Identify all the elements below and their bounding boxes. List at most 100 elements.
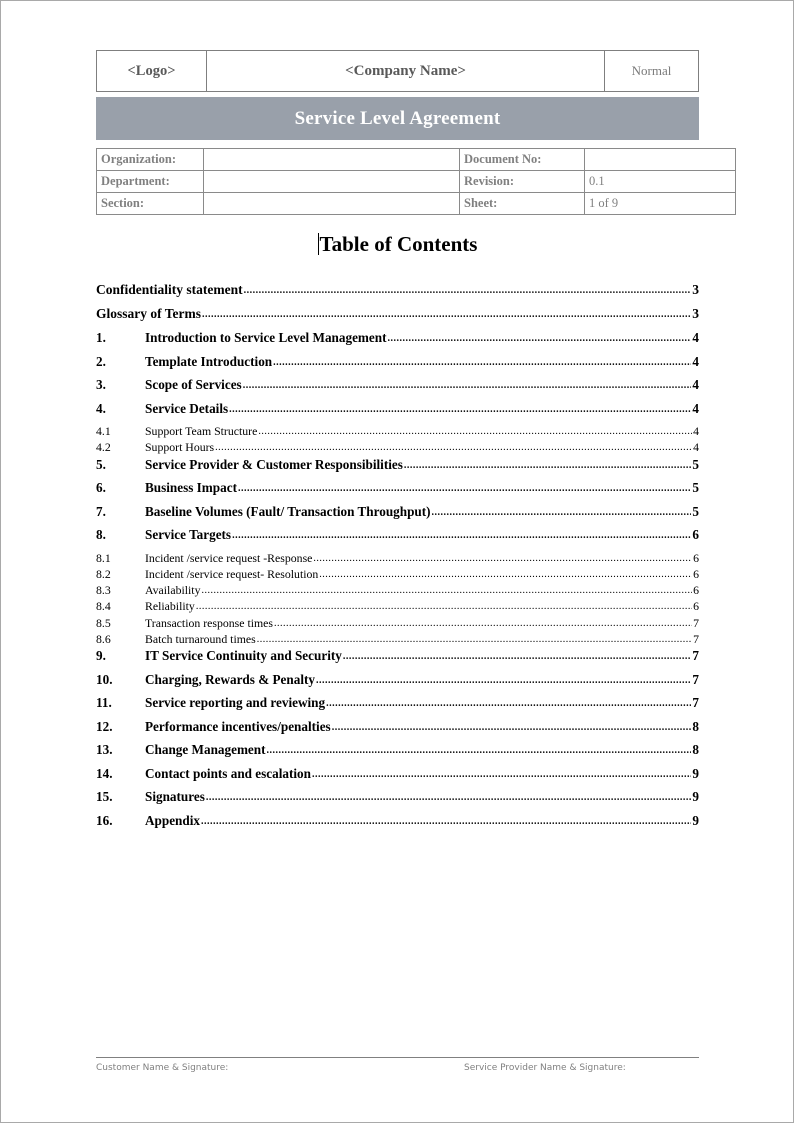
footer-divider: [96, 1057, 699, 1058]
toc-entry[interactable]: 10. Charging, Rewards & Penalty..........…: [96, 672, 699, 696]
toc-entry[interactable]: 6. Business Impact.......................…: [96, 480, 699, 504]
toc-entry-page-number: 3: [692, 282, 699, 297]
toc-entry-title: Change Management: [145, 742, 266, 758]
toc-entry[interactable]: 5. Service Provider & Customer Responsibi…: [96, 457, 699, 481]
toc-entry-number: 8.5: [96, 615, 111, 630]
toc-entry[interactable]: 16. Appendix.............................…: [96, 813, 699, 837]
toc-entry-title: Charging, Rewards & Penalty: [145, 671, 315, 687]
customer-signature-label: Customer Name & Signature:: [96, 1063, 229, 1073]
table-row: Department: Revision: 0.1: [96, 170, 736, 193]
toc-entry-title: IT Service Continuity and Security: [145, 648, 342, 664]
toc-entry-title: Incident /service request- Resolution: [145, 566, 319, 581]
toc-entry-title: Glossary of Terms: [96, 306, 202, 321]
toc-leader-dots: ........................................…: [315, 674, 692, 686]
toc-entry-number: 4.1: [96, 424, 111, 438]
toc-entry[interactable]: 8.2 Incident /service request- Resolution…: [96, 567, 699, 583]
toc-entry-number: 8.2: [96, 566, 111, 581]
toc-entry[interactable]: 4. Service Details.......................…: [96, 401, 699, 425]
toc-entry[interactable]: 8.1 Incident /service request -Response..…: [96, 551, 699, 567]
toc-entry[interactable]: 13. Change Management....................…: [96, 742, 699, 766]
document-no-value[interactable]: [584, 148, 736, 171]
toc-entry[interactable]: Glossary of Terms.......................…: [96, 306, 699, 330]
toc-entry[interactable]: 2. Template Introduction.................…: [96, 354, 699, 378]
toc-entry-number: 7.: [96, 503, 106, 519]
toc-leader-dots: ........................................…: [387, 333, 692, 344]
toc-entry-number: 9.: [96, 648, 106, 664]
toc-entry-number: 5.: [96, 456, 106, 472]
section-value[interactable]: [203, 192, 460, 215]
toc-entry-number: 8.: [96, 527, 106, 543]
toc-leader-dots: ........................................…: [256, 634, 692, 646]
toc-entry[interactable]: 11. Service reporting and reviewing......…: [96, 695, 699, 719]
toc-entry-page-number: 7: [693, 632, 699, 647]
text-cursor-caret: [317, 233, 319, 255]
toc-entry-title: Introduction to Service Level Management: [145, 330, 387, 345]
toc-leader-dots: ........................................…: [258, 426, 692, 437]
document-meta-table: Organization: Document No: Department: R…: [96, 148, 736, 215]
toc-entry-number: 4.2: [96, 440, 111, 455]
toc-entry[interactable]: 4.2 Support Hours........................…: [96, 440, 699, 456]
toc-entry[interactable]: 8.3 Availability.........................…: [96, 583, 699, 599]
toc-entry-title: Baseline Volumes (Fault/ Transaction Thr…: [145, 503, 431, 519]
toc-leader-dots: ........................................…: [200, 815, 691, 827]
document-no-label: Document No:: [459, 148, 585, 171]
toc-entry[interactable]: 8.4 Reliability..........................…: [96, 599, 699, 615]
toc-entry-page-number: 3: [692, 306, 699, 321]
toc-entry-number: 2.: [96, 353, 106, 369]
toc-entry-number: 8.6: [96, 632, 111, 647]
section-label: Section:: [96, 192, 204, 215]
toc-entry-page-number: 4: [692, 400, 699, 416]
toc-entry-number: 15.: [96, 789, 113, 805]
toc-entry-number: 12.: [96, 718, 113, 734]
toc-entry-title: Service Targets: [145, 527, 232, 543]
toc-entry-number: 6.: [96, 480, 106, 496]
toc-entry-page-number: 6: [693, 583, 699, 598]
document-header-table: <Logo> <Company Name> Normal: [96, 50, 699, 92]
revision-value[interactable]: 0.1: [584, 170, 736, 193]
toc-entry-title: Incident /service request -Response: [145, 550, 313, 565]
toc-leader-dots: ........................................…: [403, 459, 692, 471]
toc-entry[interactable]: 3. Scope of Services.....................…: [96, 377, 699, 401]
department-value[interactable]: [203, 170, 460, 193]
toc-entry-page-number: 4: [692, 353, 699, 369]
toc-entry[interactable]: 1. Introduction to Service Level Manageme…: [96, 330, 699, 354]
table-row: Section: Sheet: 1 of 9: [96, 192, 736, 215]
toc-leader-dots: ........................................…: [431, 506, 692, 518]
toc-leader-dots: ........................................…: [266, 745, 692, 757]
toc-leader-dots: ........................................…: [229, 403, 692, 415]
toc-entry-page-number: 6: [693, 599, 699, 614]
toc-entry[interactable]: 14. Contact points and escalation........…: [96, 766, 699, 790]
toc-entry[interactable]: 7. Baseline Volumes (Fault/ Transaction T…: [96, 504, 699, 528]
classification-cell: Normal: [604, 50, 699, 92]
toc-leader-dots: ........................................…: [243, 285, 692, 296]
toc-entry-page-number: 6: [693, 550, 699, 565]
toc-entry[interactable]: 8.6 Batch turnaround times...............…: [96, 632, 699, 648]
logo-placeholder-cell: <Logo>: [96, 50, 207, 92]
table-row: Organization: Document No:: [96, 148, 736, 171]
toc-entry-page-number: 4: [692, 377, 699, 392]
toc-entry[interactable]: Confidentiality statement...............…: [96, 282, 699, 306]
toc-entry-page-number: 7: [693, 615, 699, 630]
toc-entry[interactable]: 8. Service Targets.......................…: [96, 527, 699, 551]
revision-label: Revision:: [459, 170, 585, 193]
toc-entry[interactable]: 12. Performance incentives/penalties.....…: [96, 719, 699, 743]
toc-entry-title: Service Provider & Customer Responsibili…: [145, 456, 403, 472]
toc-entry-title: Transaction response times: [145, 615, 274, 630]
company-name-cell: <Company Name>: [206, 50, 605, 92]
toc-leader-dots: ........................................…: [311, 768, 692, 780]
organization-value[interactable]: [203, 148, 460, 171]
toc-leader-dots: ........................................…: [232, 530, 692, 542]
sheet-value[interactable]: 1 of 9: [584, 192, 736, 215]
toc-entry[interactable]: 9. IT Service Continuity and Security....…: [96, 648, 699, 672]
toc-leader-dots: ........................................…: [215, 442, 693, 454]
toc-entry-number: 11.: [96, 695, 112, 711]
toc-entry[interactable]: 8.5 Transaction response times...........…: [96, 616, 699, 632]
toc-entry[interactable]: 15. Signatures...........................…: [96, 789, 699, 813]
toc-entry-number: 16.: [96, 812, 113, 828]
toc-entry-page-number: 5: [692, 480, 699, 496]
toc-entry-page-number: 9: [692, 765, 699, 781]
toc-entry[interactable]: 4.1 Support Team Structure...............…: [96, 424, 699, 440]
toc-entry-number: 8.4: [96, 599, 111, 614]
toc-entry-page-number: 9: [692, 812, 699, 828]
department-label: Department:: [96, 170, 204, 193]
